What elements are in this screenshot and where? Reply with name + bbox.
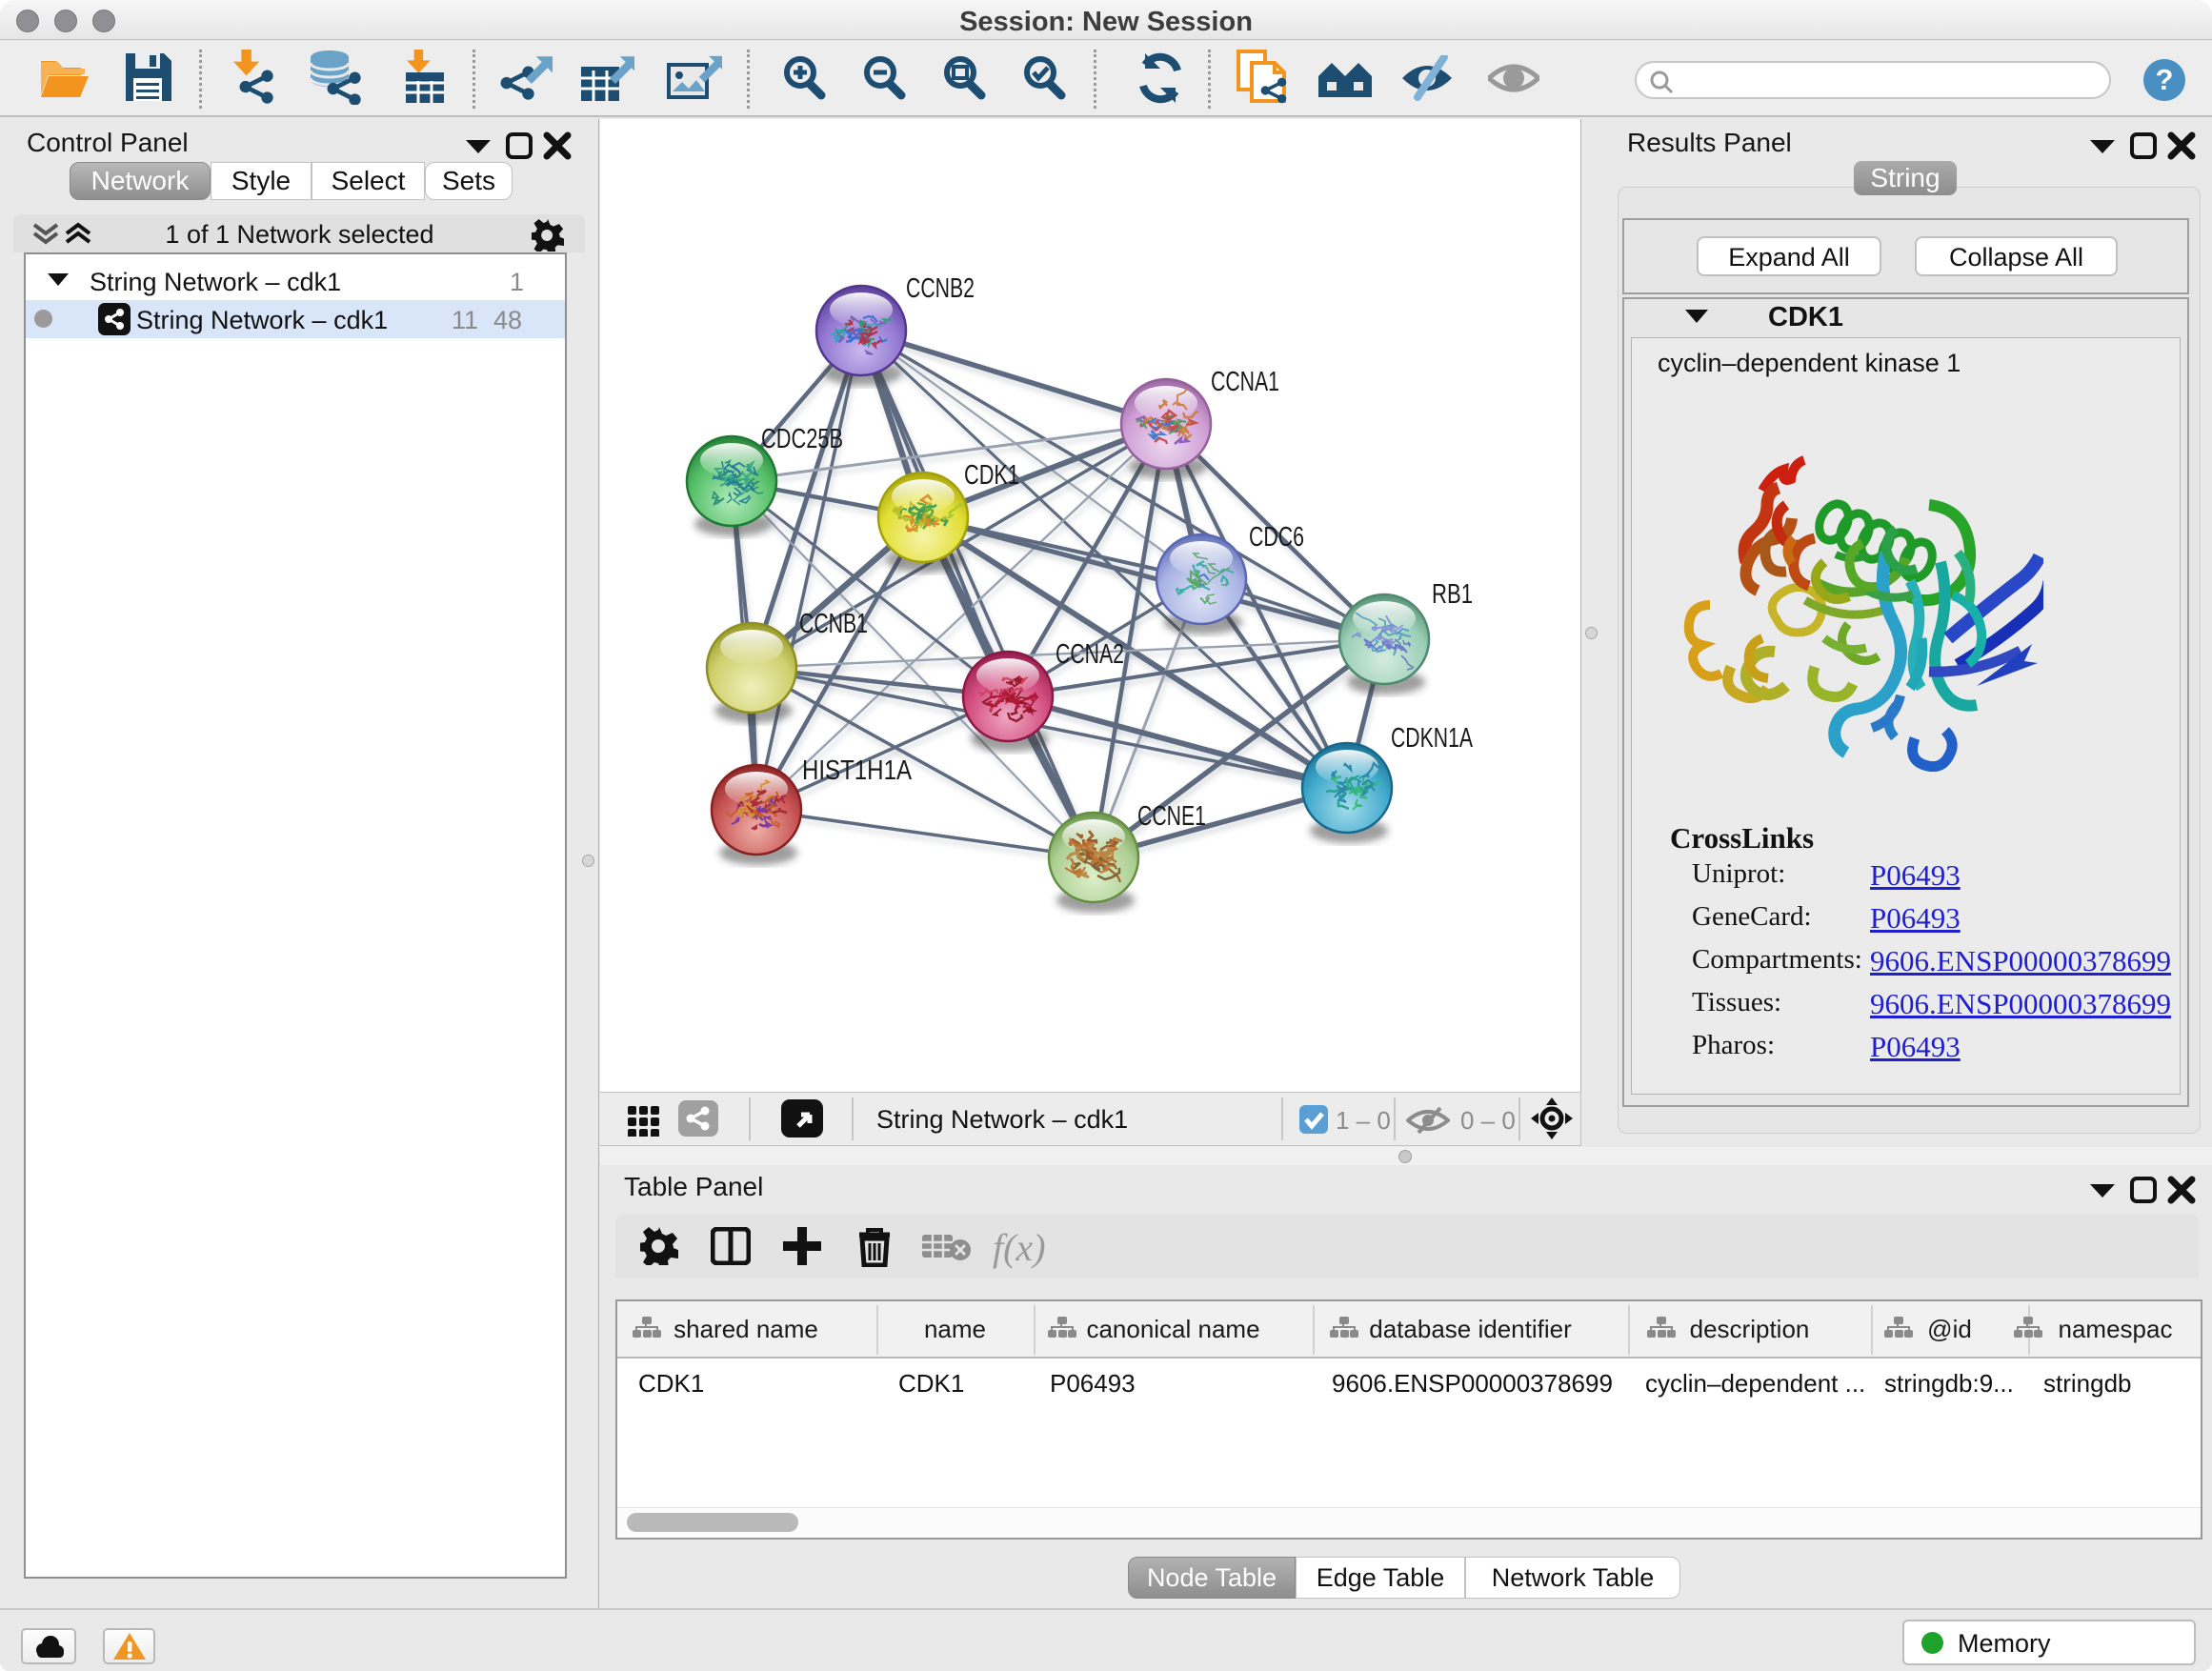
svg-text:HIST1H1A: HIST1H1A	[802, 755, 913, 786]
svg-text:CDK1: CDK1	[964, 460, 1019, 491]
svg-text:CDC25B: CDC25B	[761, 424, 843, 454]
svg-text:CCNE1: CCNE1	[1137, 801, 1206, 832]
svg-text:CCNB1: CCNB1	[799, 609, 868, 639]
svg-text:CDKN1A: CDKN1A	[1391, 723, 1473, 754]
svg-text:CDC6: CDC6	[1249, 522, 1304, 553]
svg-text:CCNB2: CCNB2	[906, 273, 975, 304]
svg-text:CCNA1: CCNA1	[1211, 367, 1279, 397]
svg-text:RB1: RB1	[1432, 579, 1473, 610]
svg-text:CCNA2: CCNA2	[1056, 639, 1124, 670]
